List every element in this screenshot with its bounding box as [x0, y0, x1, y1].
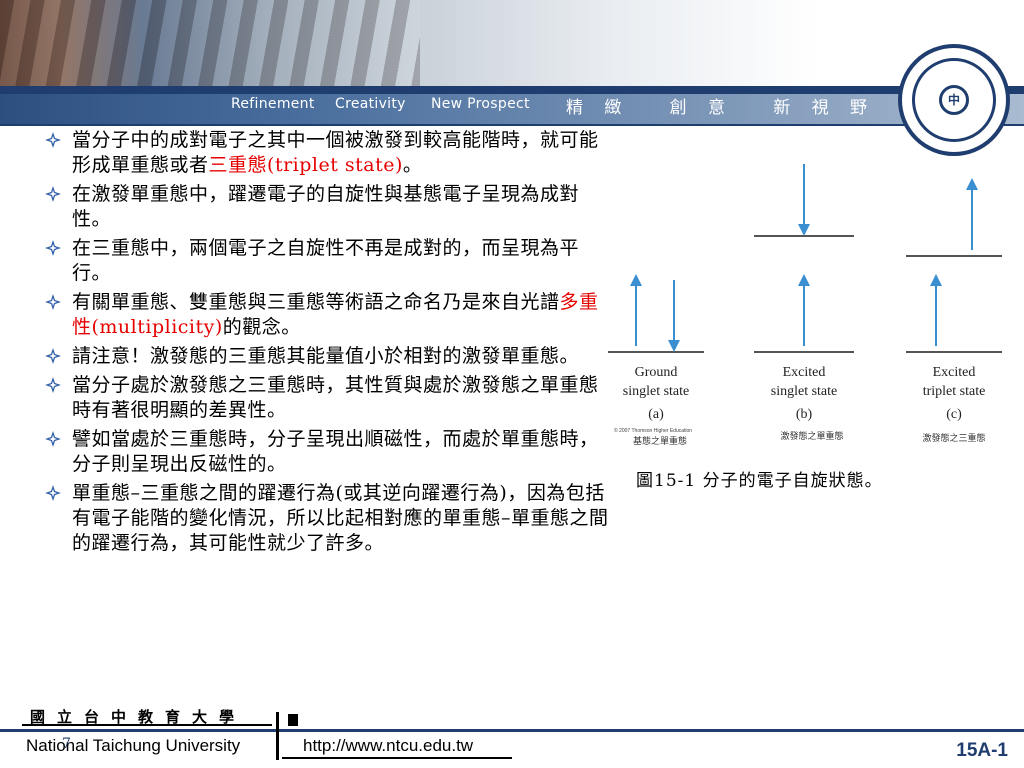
bullet-text: 在激發單重態中，躍遷電子的自旋性與基態電子呈現為成對性。: [72, 183, 580, 230]
footer-divider: [0, 729, 1024, 732]
bullet-text: 單重態–三重態之間的躍遷行為(或其逆向躍遷行為)，因為包括有電子能階的變化情況，…: [72, 482, 609, 554]
bullet-text: 。: [402, 154, 423, 176]
square-icon: [288, 714, 298, 726]
footer-divider-short: [22, 724, 272, 726]
header-banner: Refinement Creativity New Prospect 精 緻 創…: [0, 0, 1024, 126]
diamond-bullet-icon: [45, 132, 61, 148]
bullet-item: 請注意！激發態的三重態其能量值小於相對的激發單重態。: [44, 344, 612, 369]
figure-copyright: © 2007 Thomson Higher Education: [614, 427, 692, 434]
highlight-term: 三重態: [208, 154, 268, 176]
panel-a-chinese-label: 基態之單重態: [633, 435, 687, 447]
diamond-bullet-icon: [45, 431, 61, 447]
footer-separator: [276, 712, 279, 760]
bullet-item: 當分子中的成對電子之其中一個被激發到較高能階時，就可能形成單重態或者三重態(tr…: [44, 128, 612, 178]
panel-b-label-line2: singlet state: [771, 384, 838, 399]
header-photo: [0, 0, 1024, 88]
emblem-core: 中: [939, 85, 969, 115]
motto-refinement: Refinement: [231, 96, 315, 112]
diamond-bullet-icon: [45, 348, 61, 364]
bullet-text: 有關單重態、雙重態與三重態等術語之命名乃是來自光譜: [72, 291, 560, 313]
panel-a-letter: (a): [648, 407, 664, 422]
figure-caption: 圖15-1 分子的電子自旋狀態。: [636, 471, 883, 491]
bullet-text: 譬如當處於三重態時，分子呈現出順磁性，而處於單重態時，分子則呈現出反磁性的。: [72, 428, 599, 475]
panel-c-label-line2: triplet state: [923, 384, 986, 399]
university-name-english: National Taichung University: [26, 736, 241, 755]
panel-b-letter: (b): [796, 407, 813, 422]
footer-mark: 7: [62, 736, 71, 752]
bullet-item: 當分子處於激發態之三重態時，其性質與處於激發態之單重態時有著很明顯的差異性。: [44, 373, 612, 423]
panel-b-label-line1: Excited: [783, 365, 826, 380]
diamond-bullet-icon: [45, 485, 61, 501]
panel-c-label-line1: Excited: [933, 365, 976, 380]
panel-b-chinese-label: 激發態之單重態: [780, 430, 843, 442]
page-number: 15A-1: [956, 740, 1008, 761]
bullet-item: 單重態–三重態之間的躍遷行為(或其逆向躍遷行為)，因為包括有電子能階的變化情況，…: [44, 481, 612, 556]
motto-chinese: 精 緻 創 意 新 視 野: [566, 98, 876, 118]
url-underline: [282, 757, 512, 759]
panel-a-label-line1: Ground: [635, 365, 678, 380]
bullet-item: 有關單重態、雙重態與三重態等術語之命名乃是來自光譜多重性(multiplicit…: [44, 290, 612, 340]
diamond-bullet-icon: [45, 240, 61, 256]
emblem-ring: 中: [912, 58, 996, 142]
bullet-list: 當分子中的成對電子之其中一個被激發到較高能階時，就可能形成單重態或者三重態(tr…: [44, 128, 612, 560]
motto-creativity: Creativity: [335, 96, 406, 112]
diamond-bullet-icon: [45, 377, 61, 393]
bullet-item: 在三重態中，兩個電子之自旋性不再是成對的，而呈現為平行。: [44, 236, 612, 286]
bullet-text: 當分子處於激發態之三重態時，其性質與處於激發態之單重態時有著很明顯的差異性。: [72, 374, 599, 421]
university-emblem-logo: 中: [898, 44, 1010, 156]
diamond-bullet-icon: [45, 294, 61, 310]
panel-a-label-line2: singlet state: [623, 384, 690, 399]
bullet-text: 的觀念。: [222, 316, 301, 338]
panel-c-letter: (c): [946, 407, 962, 422]
motto-new-prospect: New Prospect: [431, 96, 530, 112]
bullet-item: 譬如當處於三重態時，分子呈現出順磁性，而處於單重態時，分子則呈現出反磁性的。: [44, 427, 612, 477]
electron-spin-figure: Ground singlet state (a) Excited singlet…: [608, 164, 1002, 447]
university-url: http://www.ntcu.edu.tw: [303, 736, 474, 755]
panel-c-chinese-label: 激發態之三重態: [922, 432, 985, 444]
bullet-text: 請注意！激發態的三重態其能量值小於相對的激發單重態。: [72, 345, 580, 367]
diamond-bullet-icon: [45, 186, 61, 202]
bullet-text: 在三重態中，兩個電子之自旋性不再是成對的，而呈現為平行。: [72, 237, 580, 284]
highlight-term: (triplet state): [267, 154, 403, 176]
header-bottom-line: [0, 124, 1024, 126]
bullet-item: 在激發單重態中，躍遷電子的自旋性與基態電子呈現為成對性。: [44, 182, 612, 232]
